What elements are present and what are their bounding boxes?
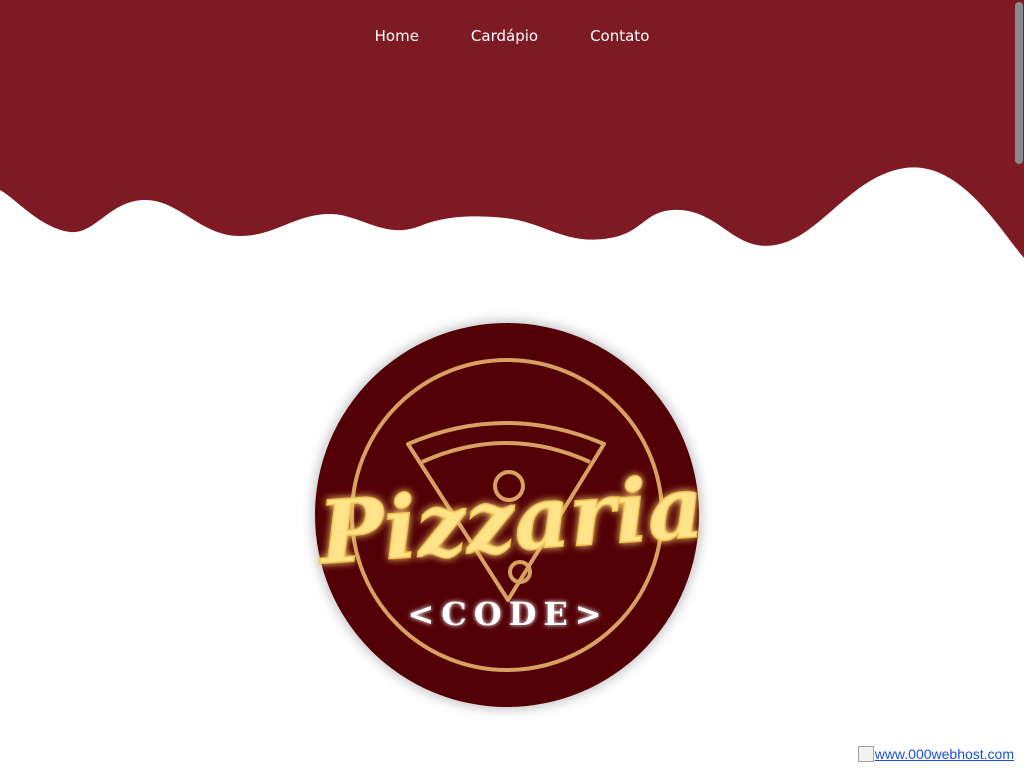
scrollbar-thumb[interactable] [1015, 2, 1023, 164]
broken-image-icon [857, 746, 874, 762]
webhost-link[interactable]: www.000webhost.com [875, 746, 1014, 762]
logo-graphic: Pizzaria <CODE> [312, 321, 707, 709]
nav-home-link[interactable]: Home [375, 24, 419, 48]
logo-code-text: <CODE> [407, 595, 608, 633]
pizzaria-logo: Pizzaria <CODE> [240, 310, 780, 720]
nav-cardapio-link[interactable]: Cardápio [471, 24, 538, 48]
main-nav: Home Cardápio Contato [0, 24, 1024, 48]
page: Home Cardápio Contato Pizzaria <CODE> ww… [0, 0, 1024, 768]
nav-contato-link[interactable]: Contato [590, 24, 649, 48]
webhost-badge: www.000webhost.com [857, 746, 1014, 762]
